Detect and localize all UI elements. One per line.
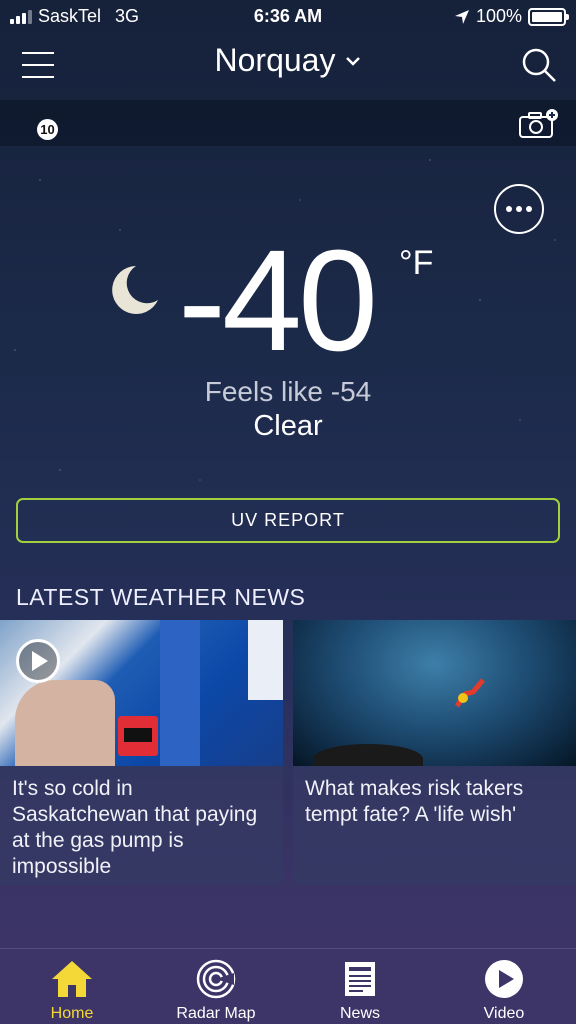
news-card[interactable]: It's so cold in Saskatchewan that paying… xyxy=(0,620,283,885)
radar-icon xyxy=(194,957,238,1001)
more-options-button[interactable] xyxy=(494,184,544,234)
newspaper-icon xyxy=(338,957,382,1001)
header: Norquay xyxy=(0,34,576,100)
weather-condition: Clear xyxy=(253,410,323,442)
battery-percent: 100% xyxy=(475,6,522,26)
tab-news[interactable]: News xyxy=(288,949,432,1024)
bottom-tab-bar: Home Radar Map News Video xyxy=(0,948,576,1024)
news-thumbnail-gas-pump xyxy=(0,620,283,766)
alert-count-badge[interactable]: 10 xyxy=(37,119,58,140)
play-icon xyxy=(482,957,526,1001)
tab-video[interactable]: Video xyxy=(432,949,576,1024)
tab-radar-map[interactable]: Radar Map xyxy=(144,949,288,1024)
tab-label: Video xyxy=(483,1005,525,1022)
status-bar: SaskTel 3G 6:36 AM 100% xyxy=(0,0,576,34)
camera-add-icon xyxy=(519,109,558,138)
location-selector: Norquay xyxy=(0,42,576,79)
camera-button[interactable] xyxy=(518,108,560,140)
news-thumbnail-ice-cave xyxy=(293,620,576,766)
tab-label: Home xyxy=(50,1005,94,1022)
news-title: It's so cold in Saskatchewan that paying… xyxy=(12,777,258,878)
search-icon xyxy=(522,48,556,82)
tab-home[interactable]: Home xyxy=(0,949,144,1024)
news-section-title: LATEST WEATHER NEWS xyxy=(16,584,306,610)
uv-report-button[interactable]: UV REPORT xyxy=(16,498,560,543)
video-play-icon[interactable] xyxy=(16,639,60,683)
home-icon xyxy=(50,957,94,1001)
feels-like: Feels like -54 xyxy=(204,376,372,407)
news-card[interactable]: What makes risk takers tempt fate? A 'li… xyxy=(293,620,576,885)
status-right: 100% xyxy=(454,6,569,27)
location-dropdown[interactable]: Norquay xyxy=(215,42,362,79)
tab-label: Radar Map xyxy=(176,1005,256,1022)
news-title: What makes risk takers tempt fate? A 'li… xyxy=(305,777,524,826)
temperature-unit[interactable]: °F xyxy=(399,244,433,283)
search-button[interactable] xyxy=(520,46,558,84)
dot-icon xyxy=(506,206,512,212)
tab-label: News xyxy=(339,1005,380,1022)
alert-bar: 10 xyxy=(0,100,576,146)
chevron-down-icon xyxy=(346,56,361,66)
current-temperature: -40 xyxy=(178,220,378,381)
location-name: Norquay xyxy=(214,42,336,78)
climber-figure xyxy=(454,678,485,708)
moon-icon xyxy=(112,266,158,314)
battery-fill xyxy=(532,11,562,22)
location-arrow-icon xyxy=(454,9,469,24)
battery-icon xyxy=(528,7,569,26)
